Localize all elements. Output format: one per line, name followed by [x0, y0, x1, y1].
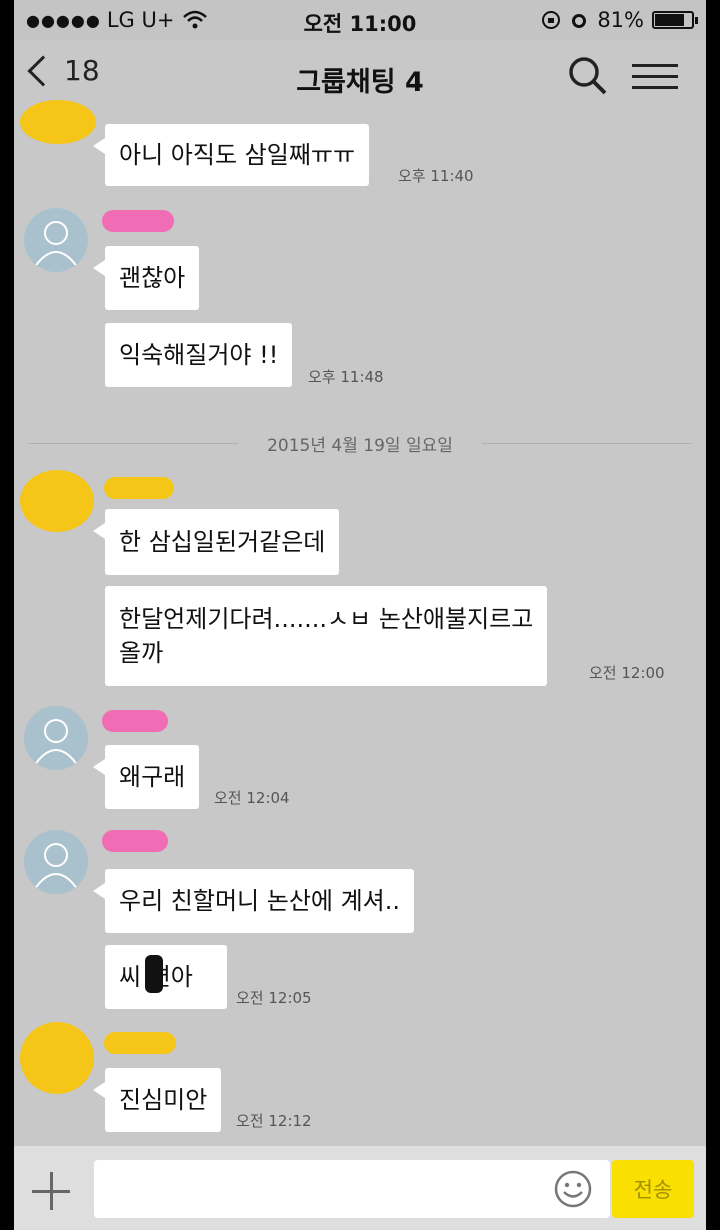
send-button[interactable]: 전송	[612, 1160, 694, 1218]
message-text: 왜구래	[119, 763, 186, 791]
emoji-icon[interactable]	[552, 1168, 594, 1210]
message-text-line: 한달언제기다려.......ㅅㅂ 논산애불지르고	[119, 605, 534, 633]
censor-mark	[145, 955, 163, 993]
message-bubble[interactable]: 괜찮아	[92, 246, 200, 310]
message-time: 오전 12:04	[214, 789, 290, 807]
avatar-redacted	[20, 100, 96, 144]
message-bubble[interactable]: 씨 련아	[105, 945, 227, 1009]
message-text: 진심미안	[119, 1086, 208, 1114]
message-text-line: 올까	[119, 639, 164, 667]
message-bubble[interactable]: 왜구래	[92, 745, 200, 809]
sender-name-redacted	[102, 710, 168, 732]
message-bubble[interactable]: 한달언제기다려.......ㅅㅂ 논산애불지르고 올까	[105, 586, 548, 686]
sender-name-redacted	[104, 477, 174, 499]
avatar[interactable]	[24, 706, 88, 770]
message-bubble[interactable]: 아니 아직도 삼일째ㅠㅠ	[92, 124, 370, 186]
avatar[interactable]	[24, 830, 88, 894]
message-time: 오전 12:05	[236, 989, 312, 1007]
default-profile-icon	[33, 843, 79, 891]
search-icon[interactable]	[566, 54, 610, 98]
avatar-redacted	[20, 1022, 94, 1094]
avatar[interactable]	[24, 208, 88, 272]
menu-icon[interactable]	[632, 56, 678, 96]
message-text: 익숙해질거야 !!	[119, 341, 279, 369]
message-time: 오전 12:12	[236, 1112, 312, 1130]
input-bar: 전송	[14, 1146, 706, 1230]
default-profile-icon	[33, 221, 79, 269]
message-text: 우리 친할머니 논산에 계셔..	[119, 887, 401, 915]
status-bar: ●●●●● LG U+ 오전 11:00 81%	[14, 0, 706, 40]
rotation-lock-icon	[542, 11, 561, 29]
chat-header: 18 그룹채팅 4	[14, 40, 706, 116]
sender-name-redacted	[104, 1032, 176, 1054]
message-text: 한 삼십일된거같은데	[119, 528, 326, 556]
plus-icon[interactable]	[32, 1172, 70, 1210]
date-divider: 2015년 4월 19일 일요일	[14, 428, 706, 458]
battery-icon	[652, 11, 698, 29]
message-text: 괜찮아	[119, 264, 186, 292]
message-bubble[interactable]: 우리 친할머니 논산에 계셔..	[92, 869, 415, 933]
status-right: 81%	[541, 8, 698, 32]
avatar-redacted	[20, 470, 94, 532]
sender-name-redacted	[102, 830, 168, 852]
message-time: 오전 12:00	[589, 664, 665, 682]
sender-name-redacted	[102, 210, 174, 232]
default-profile-icon	[33, 719, 79, 767]
message-time: 오후 11:40	[398, 167, 474, 185]
message-bubble[interactable]: 한 삼십일된거같은데	[92, 509, 340, 575]
message-input[interactable]	[94, 1160, 610, 1218]
message-text: 아니 아직도 삼일째ㅠㅠ	[119, 141, 356, 169]
chat-screen: ●●●●● LG U+ 오전 11:00 81% 18 그룹채팅 4 아니 아직…	[14, 0, 706, 1230]
message-bubble[interactable]: 진심미안	[92, 1068, 222, 1132]
message-time: 오후 11:48	[308, 368, 384, 386]
battery-percent: 81%	[597, 8, 644, 32]
alarm-icon	[572, 14, 587, 28]
message-bubble[interactable]: 익숙해질거야 !!	[105, 323, 293, 387]
